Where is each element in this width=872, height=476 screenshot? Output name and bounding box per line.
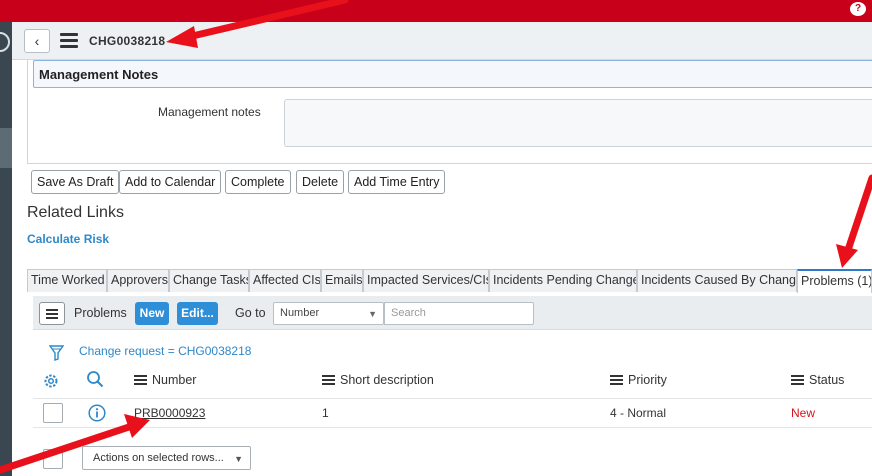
info-icon[interactable] [88, 404, 106, 422]
calculate-risk-link[interactable]: Calculate Risk [27, 232, 109, 246]
record-number: CHG0038218 [89, 34, 166, 48]
tab-approvers[interactable]: Approvers [107, 269, 169, 292]
complete-button[interactable]: Complete [225, 170, 291, 194]
left-nav-rail [0, 22, 12, 476]
filter-icon[interactable] [49, 345, 64, 361]
filter-breadcrumb[interactable]: Change request = CHG0038218 [79, 344, 251, 358]
hamburger-icon [46, 309, 58, 311]
nav-circle-icon[interactable] [0, 32, 10, 52]
priority-cell: 4 - Normal [610, 406, 667, 420]
save-as-draft-button[interactable]: Save As Draft [31, 170, 120, 194]
tab-emails[interactable]: Emails [321, 269, 363, 292]
context-menu-icon[interactable] [60, 33, 78, 48]
column-header-priority[interactable]: Priority [610, 373, 667, 387]
column-menu-icon [610, 374, 623, 385]
section-title: Management Notes [39, 67, 159, 82]
annotation-arrow [836, 174, 872, 268]
chevron-down-icon: ▼ [368, 309, 377, 319]
goto-select-value: Number [280, 307, 320, 319]
select-all-checkbox[interactable] [43, 449, 63, 469]
chevron-down-icon: ▼ [234, 454, 243, 464]
add-time-entry-button[interactable]: Add Time Entry [348, 170, 446, 194]
delete-button[interactable]: Delete [296, 170, 345, 194]
column-menu-icon [791, 374, 804, 385]
help-icon[interactable]: ? [850, 2, 866, 16]
search-icon[interactable] [86, 370, 104, 388]
column-menu-icon [322, 374, 335, 385]
column-header-status[interactable]: Status [791, 373, 844, 387]
new-button[interactable]: New [135, 302, 169, 325]
short-description-cell: 1 [322, 406, 329, 420]
status-cell: New [791, 406, 816, 420]
gear-icon[interactable] [42, 372, 60, 390]
tab-change-tasks[interactable]: Change Tasks [169, 269, 249, 292]
tab-time-worked[interactable]: Time Worked [27, 269, 107, 292]
column-header-short-description[interactable]: Short description [322, 373, 434, 387]
goto-field-select[interactable]: Number ▼ [273, 302, 384, 325]
list-toolbar: Problems New Edit... Go to Number ▼ Sear… [33, 296, 872, 330]
add-to-calendar-button[interactable]: Add to Calendar [119, 170, 222, 194]
related-links-heading: Related Links [27, 204, 124, 221]
tab-problems[interactable]: Problems (1) [797, 269, 872, 293]
back-button[interactable]: ‹ [24, 29, 50, 53]
tab-affected-cis[interactable]: Affected CIs [249, 269, 321, 292]
problem-number-link[interactable]: PRB0000923 [134, 406, 205, 420]
actions-select-value: Actions on selected rows... [93, 452, 224, 464]
related-list-tabs: Time Worked Approvers Change Tasks Affec… [27, 269, 872, 293]
actions-on-selected-rows-select[interactable]: Actions on selected rows... ▼ [82, 446, 251, 470]
row-checkbox[interactable] [43, 403, 63, 423]
edit-button[interactable]: Edit... [177, 302, 218, 325]
nav-scroll-thumb[interactable] [0, 128, 12, 168]
management-notes-label: Management notes [158, 105, 261, 119]
column-header-number[interactable]: Number [134, 373, 196, 387]
management-notes-textarea[interactable] [284, 99, 872, 147]
goto-label: Go to [235, 306, 266, 320]
list-menu-button[interactable] [39, 302, 65, 325]
tab-incidents-caused-by-change[interactable]: Incidents Caused By Change [637, 269, 797, 292]
column-menu-icon [134, 374, 147, 385]
search-input[interactable]: Search [384, 302, 534, 325]
tab-impacted-services[interactable]: Impacted Services/CIs [363, 269, 489, 292]
list-title: Problems [74, 306, 127, 320]
tab-incidents-pending-change[interactable]: Incidents Pending Change [489, 269, 637, 292]
top-banner: ? [0, 0, 872, 22]
form-header: ‹ CHG0038218 [12, 22, 872, 60]
section-header[interactable]: Management Notes [33, 60, 872, 88]
